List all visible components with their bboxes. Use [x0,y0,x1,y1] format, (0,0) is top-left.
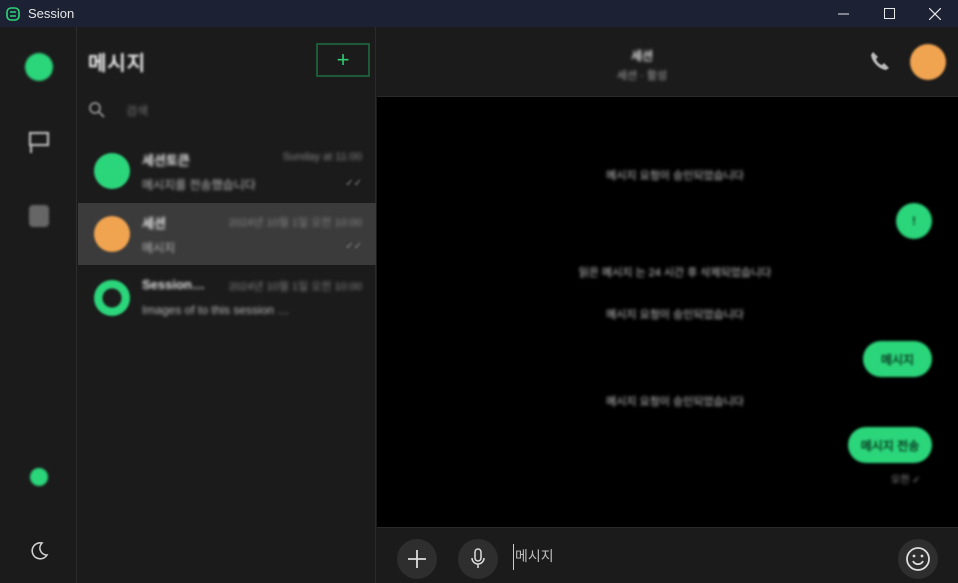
message-text: ! [912,214,916,228]
search-icon [89,102,105,118]
chat-avatar[interactable] [910,44,946,80]
title-bar: Session [0,0,958,27]
plus-icon: + [336,47,350,72]
theme-moon-icon [30,542,48,560]
app-title: Session [28,6,75,21]
conversation-item[interactable]: 세션 2024년 10월 1일 오전 10:00 메시지 ✓✓ [78,203,376,265]
call-icon[interactable] [869,49,891,71]
message-requests-icon [28,131,49,153]
maximize-icon [883,8,895,19]
online-status-indicator [0,468,77,486]
chat-contact-name[interactable]: 세션 [377,47,907,64]
left-nav-rail [0,27,77,583]
voice-message-button[interactable] [458,539,498,579]
new-conversation-button[interactable]: + [316,43,370,77]
microphone-icon [471,548,485,568]
system-notice: 메시지 요청이 승인되었습니다 [606,170,744,182]
conversation-item[interactable]: Session… 2024년 10월 1일 오전 10:00 Images of… [78,267,376,329]
chat-header: 세션 세션 · 활성 [377,27,958,97]
session-logo-icon [6,6,20,21]
window-controls [820,0,958,27]
list-title: 메시지 [88,53,147,75]
settings-button[interactable] [0,205,77,227]
outgoing-message-bubble[interactable]: ! [896,203,932,239]
outgoing-message-bubble[interactable]: 메시지 [863,341,932,377]
close-button[interactable] [912,0,958,27]
system-notice: 읽은 메시지 는 24 시간 후 삭제되었습니다 [578,267,772,279]
message-composer [377,527,958,583]
search-bar[interactable]: 검색 [88,101,148,119]
read-receipt-icon: ✓✓ [345,241,362,252]
conversation-item[interactable]: 세션토큰 Sunday at 11:00 메시지를 전송했습니다 ✓✓ [78,140,376,202]
emoji-icon [906,547,930,571]
plus-icon [408,550,426,568]
message-timestamp: 오전 ✓ [891,475,921,486]
conversation-list-panel: 메시지 + 검색 세션토큰 Sunday at 11:00 메시지를 전송했습니… [78,27,376,583]
conversation-time: 2024년 10월 1일 오전 10:00 [228,217,362,229]
maximize-button[interactable] [866,0,912,27]
chat-contact-subtitle: 세션 · 활성 [616,70,668,82]
online-status-icon [29,468,48,486]
system-notice: 메시지 요청이 승인되었습니다 [606,396,744,408]
profile-avatar-icon [24,53,53,81]
conversation-avatar [94,216,130,252]
conversation-time: 2024년 10월 1일 오전 10:00 [228,281,362,293]
conversation-name: 세션 [142,216,166,231]
settings-icon [28,205,49,227]
outgoing-message-bubble[interactable]: 메시지 전송 [848,427,932,463]
message-input[interactable] [513,544,873,570]
conversation-avatar [94,280,130,316]
conversation-avatar [94,153,130,189]
message-requests-button[interactable] [0,131,77,155]
system-notice: 메시지 요청이 승인되었습니다 [606,309,744,321]
profile-button[interactable] [0,53,77,81]
attach-button[interactable] [397,539,437,579]
emoji-button[interactable] [898,539,938,579]
search-placeholder: 검색 [126,103,149,118]
message-text: 메시지 전송 [860,438,920,453]
read-receipt-icon: ✓✓ [345,178,362,189]
conversation-list-header: 메시지 + [78,27,376,97]
conversation-time: Sunday at 11:00 [282,151,362,163]
conversation-preview: 메시지 [142,241,176,255]
minimize-icon [837,13,849,15]
theme-toggle-button[interactable] [0,540,77,562]
minimize-button[interactable] [820,0,866,27]
close-icon [929,7,941,20]
conversation-preview: Images of to this session … [142,303,290,317]
message-text: 메시지 [880,352,915,367]
chat-pane: 세션 세션 · 활성 메시지 요청이 승인되었습니다 ! 읽은 메시지 는 24… [377,27,958,583]
conversation-name: 세션토큰 [142,153,190,168]
conversation-name: Session… [142,277,205,292]
conversation-preview: 메시지를 전송했습니다 [142,178,256,192]
